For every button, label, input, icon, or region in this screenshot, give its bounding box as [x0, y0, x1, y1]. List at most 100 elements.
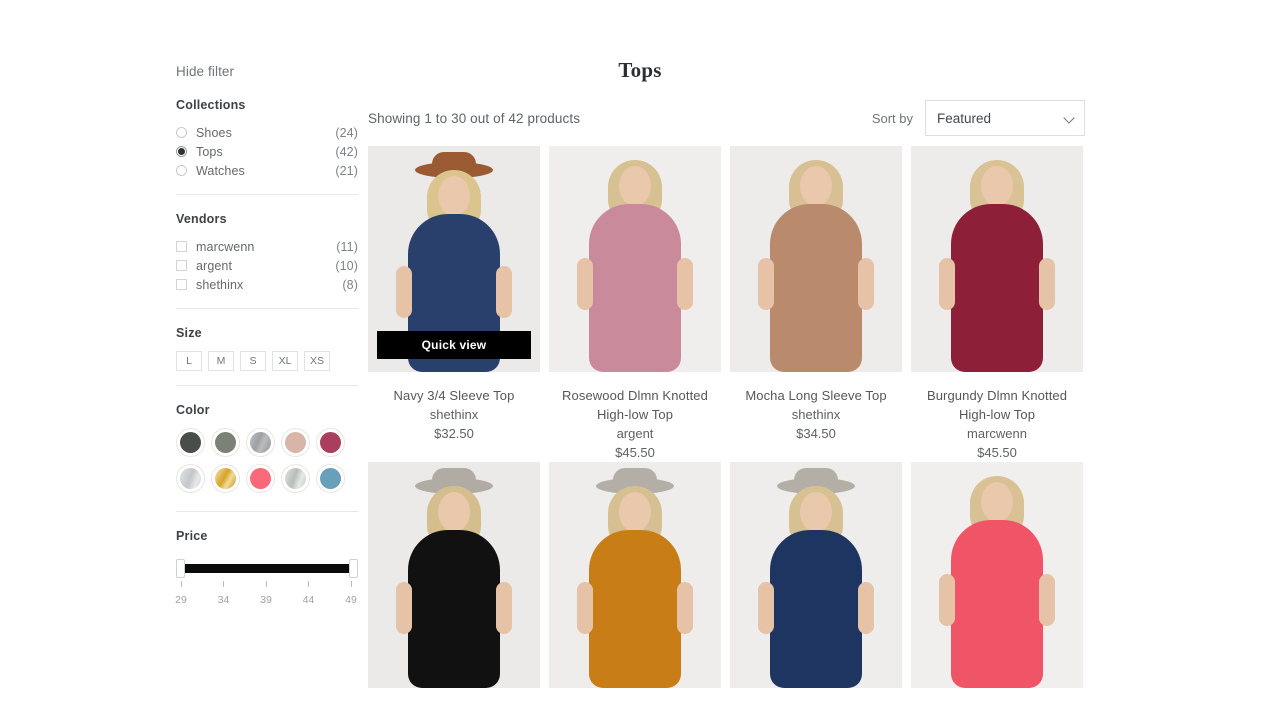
- results-count: Showing 1 to 30 out of 42 products: [368, 110, 581, 126]
- slider-handle-max[interactable]: [349, 559, 358, 578]
- color-swatch-steel-blue[interactable]: [316, 464, 345, 493]
- product-price: $45.50: [977, 445, 1017, 460]
- filter-group-vendors: Vendors marcwenn (11) argent (10) shethinx (8…: [176, 212, 358, 294]
- product-title[interactable]: Burgundy Dlmn Knotted High-low Top: [911, 386, 1083, 424]
- product-card[interactable]: Rosewood Dlmn Knotted High-low Top argent…: [549, 146, 721, 462]
- divider: [176, 385, 358, 386]
- product-card[interactable]: [911, 462, 1083, 688]
- color-swatch-gold[interactable]: [211, 464, 240, 493]
- product-image[interactable]: [730, 146, 902, 372]
- tick-mark: [265, 581, 267, 587]
- color-swatch-silver[interactable]: [246, 428, 275, 457]
- size-button-s[interactable]: S: [240, 351, 266, 371]
- sort-control: Sort by Featured: [872, 100, 1085, 136]
- color-swatch-coral[interactable]: [246, 464, 275, 493]
- swatch-fill: [285, 468, 306, 489]
- vendor-count: (11): [336, 239, 358, 254]
- vendor-option-marcwenn[interactable]: marcwenn (11): [176, 237, 358, 256]
- slider-handle-min[interactable]: [176, 559, 185, 578]
- filter-group-color: Color: [176, 403, 358, 493]
- collection-option-shoes[interactable]: Shoes (24): [176, 123, 358, 142]
- product-card[interactable]: Quick view Navy 3/4 Sleeve Top shethinx $32…: [368, 146, 540, 462]
- collection-option-tops[interactable]: Tops (42): [176, 142, 358, 161]
- swatch-fill: [285, 432, 306, 453]
- radio-button[interactable]: [176, 146, 187, 157]
- collection-count: (21): [335, 163, 358, 178]
- vendor-option-argent[interactable]: argent (10): [176, 256, 358, 275]
- product-image[interactable]: [730, 462, 902, 688]
- size-title: Size: [176, 326, 202, 340]
- product-title[interactable]: Rosewood Dlmn Knotted High-low Top: [549, 386, 721, 424]
- vendors-title: Vendors: [176, 212, 227, 226]
- product-vendor: shethinx: [791, 407, 841, 422]
- size-button-m[interactable]: M: [208, 351, 234, 371]
- color-swatch-wine[interactable]: [316, 428, 345, 457]
- model-illustration: [368, 462, 540, 688]
- model-illustration: [549, 462, 721, 688]
- product-title[interactable]: Mocha Long Sleeve Top: [730, 386, 902, 405]
- slider-track: [182, 564, 352, 573]
- collection-option-watches[interactable]: Watches (21): [176, 161, 358, 180]
- color-swatch-olive-gray[interactable]: [211, 428, 240, 457]
- color-swatch-light-silver[interactable]: [176, 464, 205, 493]
- collection-label: Shoes: [196, 125, 232, 140]
- collection-label: Watches: [196, 163, 245, 178]
- vendor-option-shethinx[interactable]: shethinx (8): [176, 275, 358, 294]
- product-image[interactable]: [368, 462, 540, 688]
- swatch-fill: [180, 432, 201, 453]
- product-image[interactable]: [549, 146, 721, 372]
- vendor-count: (10): [335, 258, 358, 273]
- filter-group-size: Size L M S XL XS: [176, 326, 358, 371]
- tick-mark: [308, 581, 309, 587]
- swatch-fill: [250, 432, 271, 453]
- color-swatch-blush[interactable]: [281, 428, 310, 457]
- product-image[interactable]: Quick view: [368, 146, 540, 372]
- collection-count: (24): [335, 125, 358, 140]
- price-tick-49: 49: [339, 581, 363, 608]
- product-card[interactable]: Mocha Long Sleeve Top shethinx $34.50: [730, 146, 902, 462]
- divider: [176, 511, 358, 512]
- size-button-xs[interactable]: XS: [304, 351, 330, 371]
- collection-count: (42): [335, 144, 358, 159]
- collections-title: Collections: [176, 98, 246, 112]
- model-illustration: [911, 462, 1083, 688]
- radio-button[interactable]: [176, 127, 187, 138]
- radio-button[interactable]: [176, 165, 187, 176]
- product-title[interactable]: Navy 3/4 Sleeve Top: [368, 386, 540, 405]
- product-listing-page: Hide filter Collections Shoes (24) Tops (42…: [0, 0, 1280, 720]
- checkbox[interactable]: [176, 241, 187, 252]
- product-card[interactable]: Burgundy Dlmn Knotted High-low Top marcwe…: [911, 146, 1083, 462]
- product-image[interactable]: [911, 146, 1083, 372]
- model-illustration: [549, 146, 721, 372]
- filter-group-price: Price 29 34 39 44 49: [175, 529, 358, 606]
- product-image[interactable]: [549, 462, 721, 688]
- price-range-slider[interactable]: [176, 559, 358, 579]
- product-card[interactable]: [368, 462, 540, 688]
- product-info: Rosewood Dlmn Knotted High-low Top argent…: [549, 372, 721, 462]
- sort-select[interactable]: Featured: [925, 100, 1085, 136]
- price-tick-44: 44: [297, 581, 321, 608]
- quick-view-button[interactable]: Quick view: [377, 331, 531, 359]
- color-swatch-pale-sage[interactable]: [281, 464, 310, 493]
- checkbox[interactable]: [176, 279, 187, 290]
- results-toolbar: Showing 1 to 30 out of 42 products Sort …: [368, 98, 1085, 138]
- tick-mark: [223, 581, 224, 587]
- checkbox[interactable]: [176, 260, 187, 271]
- swatch-fill: [320, 432, 341, 453]
- product-price: $32.50: [434, 426, 474, 441]
- color-swatch-charcoal[interactable]: [176, 428, 205, 457]
- product-card[interactable]: [549, 462, 721, 688]
- product-card[interactable]: [730, 462, 902, 688]
- swatch-fill: [250, 468, 271, 489]
- size-button-xl[interactable]: XL: [272, 351, 298, 371]
- tick-mark: [350, 581, 352, 587]
- tick-label: 29: [175, 594, 187, 606]
- product-image[interactable]: [911, 462, 1083, 688]
- vendor-label: marcwenn: [196, 239, 255, 254]
- size-button-l[interactable]: L: [176, 351, 202, 371]
- vendor-count: (8): [342, 277, 358, 292]
- product-price: $45.50: [615, 445, 655, 460]
- collection-label: Tops: [196, 144, 223, 159]
- price-tick-39: 39: [254, 581, 278, 608]
- price-tick-34: 34: [212, 581, 236, 608]
